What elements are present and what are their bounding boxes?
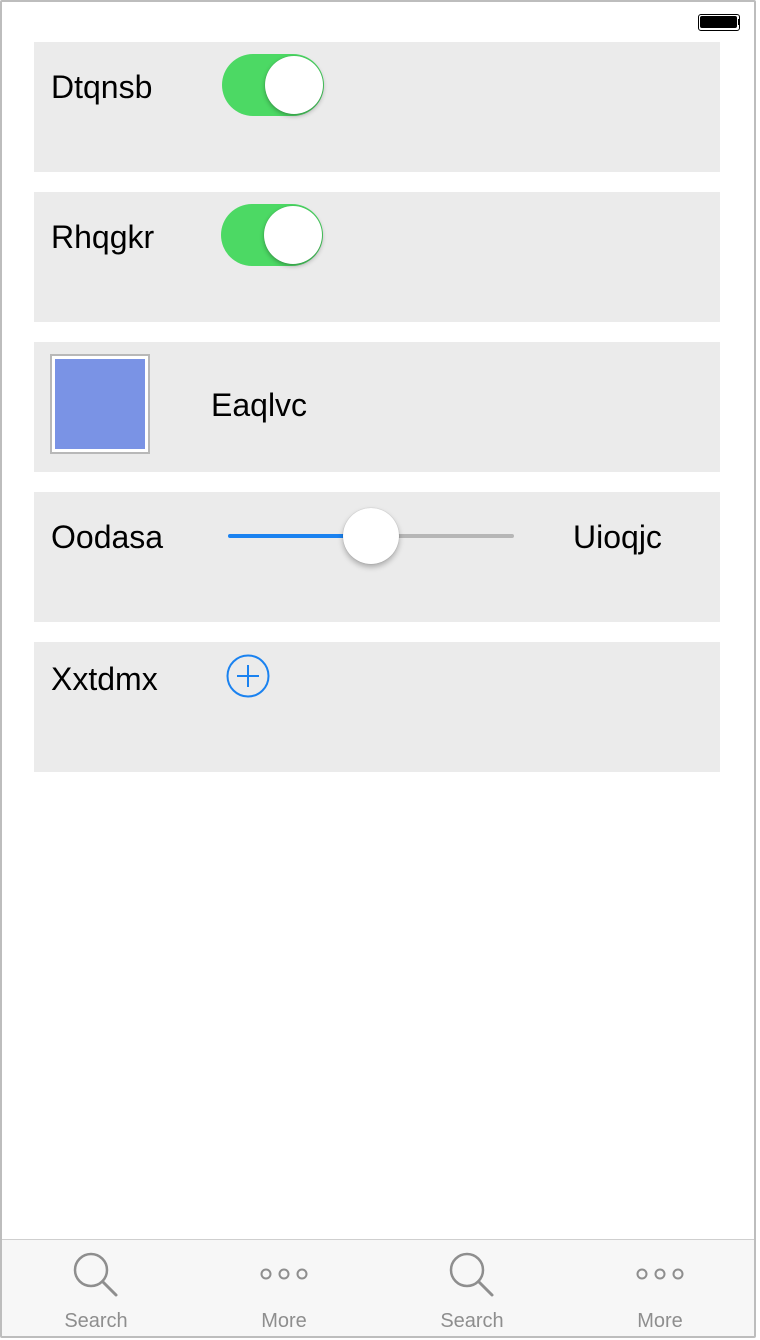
settings-row-xxtdmx: Xxtdmx [34,642,720,772]
toggle-knob [264,206,322,264]
row-label: Dtqnsb [51,69,153,105]
settings-row-eaqlvc: Eaqlvc [34,342,720,472]
tab-label: More [637,1310,683,1332]
plus-circle-icon [226,654,270,698]
tab-label: More [261,1310,307,1332]
slider-thumb[interactable] [343,508,399,564]
tab-more-1[interactable]: More [190,1240,378,1336]
app-screen: Dtqnsb Rhqgkr Eaqlvc Oodasa Uioqjc Xxtdm… [0,0,756,1338]
tab-label: Search [64,1310,128,1332]
color-swatch-fill [55,359,145,449]
search-icon [449,1252,494,1297]
tab-more-2[interactable]: More [566,1240,754,1336]
tab-search-1[interactable]: Search [2,1240,190,1336]
toggle-knob [265,56,323,114]
more-icon [260,1268,308,1280]
rhqgkr-toggle[interactable] [221,204,323,266]
slider-max-label: Uioqjc [573,519,662,555]
battery-icon [698,14,740,31]
search-icon [73,1252,118,1297]
slider-min-label: Oodasa [51,519,164,555]
dtqnsb-toggle[interactable] [222,54,324,116]
more-icon [636,1268,684,1280]
tab-label: Search [440,1310,504,1332]
add-button[interactable] [226,654,270,698]
row-label: Eaqlvc [211,387,308,423]
settings-row-slider: Oodasa Uioqjc [34,492,720,622]
color-swatch[interactable] [50,354,150,454]
settings-row-rhqgkr: Rhqgkr [34,192,720,322]
tab-bar: Search More Search More [2,1239,754,1336]
settings-row-dtqnsb: Dtqnsb [34,42,720,172]
row-label: Rhqgkr [51,219,155,255]
tab-search-2[interactable]: Search [378,1240,566,1336]
row-label: Xxtdmx [51,661,158,697]
value-slider[interactable] [228,506,514,564]
